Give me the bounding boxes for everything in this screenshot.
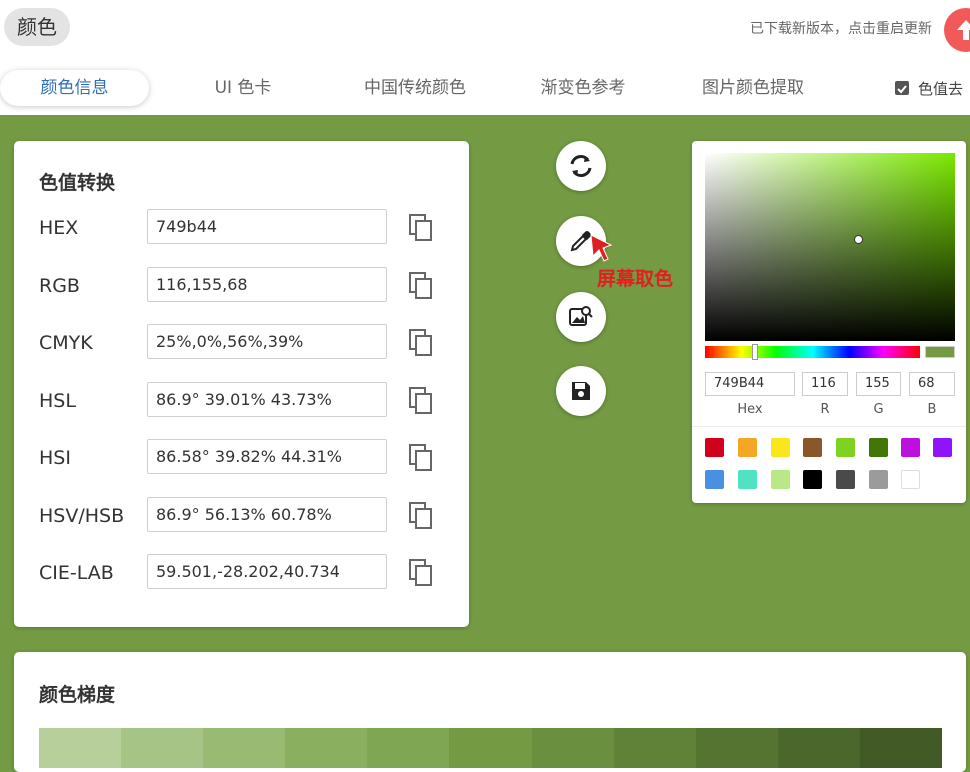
refresh-button[interactable]	[556, 141, 606, 191]
preset-swatch-yellow[interactable]	[771, 438, 790, 457]
gradient-step[interactable]	[695, 728, 778, 768]
tab-image-color-extract[interactable]: 图片颜色提取	[680, 70, 826, 106]
picker-b-label: B	[927, 402, 937, 417]
copy-icon	[409, 329, 432, 356]
hsi-field[interactable]: 86.58° 39.82% 44.31%	[147, 439, 387, 474]
cielab-field[interactable]: 59.501,-28.202,40.734	[147, 554, 387, 589]
update-notice-link[interactable]: 已下载新版本，点击重启更新	[750, 18, 932, 38]
tab-bar: 颜色信息 UI 色卡 中国传统颜色 渐变色参考 图片颜色提取	[0, 70, 970, 110]
top-bar: 颜色 已下载新版本，点击重启更新 颜色信息 UI 色卡 中国传统颜色 渐变色参考…	[0, 0, 970, 115]
image-color-search-button[interactable]	[556, 292, 606, 342]
color-gradient-card: 颜色梯度	[14, 652, 966, 772]
picker-r-input[interactable]: 116	[802, 372, 848, 396]
color-conversion-card: 色值转换 HEX 749b44 RGB 116,155,68 CMYK 25%,…	[14, 141, 469, 627]
gradient-step[interactable]	[859, 728, 943, 768]
copy-rgb-button[interactable]	[408, 271, 436, 301]
gradient-strip	[39, 728, 943, 768]
copy-icon	[409, 444, 432, 471]
save-icon	[572, 382, 590, 400]
hsi-label: HSI	[39, 447, 71, 469]
copy-hsi-button[interactable]	[408, 443, 436, 473]
update-button[interactable]	[944, 8, 970, 52]
cmyk-field[interactable]: 25%,0%,56%,39%	[147, 324, 387, 359]
preset-swatch-brown[interactable]	[803, 438, 822, 457]
copy-icon	[409, 502, 432, 529]
tab-ui-color-card[interactable]: UI 色卡	[180, 70, 306, 106]
hsv-field[interactable]: 86.9° 56.13% 60.78%	[147, 497, 387, 532]
tab-chinese-traditional-colors[interactable]: 中国传统颜色	[345, 70, 485, 106]
preset-swatch-purple[interactable]	[933, 438, 952, 457]
picker-divider	[692, 426, 966, 427]
cielab-label: CIE-LAB	[39, 562, 114, 584]
copy-cmyk-button[interactable]	[408, 328, 436, 358]
upload-arrow-icon	[957, 20, 970, 40]
gradient-step[interactable]	[777, 728, 860, 768]
preset-swatch-red[interactable]	[705, 438, 724, 457]
image-search-icon	[569, 306, 593, 326]
copy-hex-button[interactable]	[408, 213, 436, 243]
gradient-step[interactable]	[613, 728, 696, 768]
copy-hsv-button[interactable]	[408, 501, 436, 531]
copy-icon	[409, 214, 432, 241]
copy-icon	[409, 387, 432, 414]
preset-swatch-dark-green[interactable]	[869, 438, 888, 457]
preset-swatch-white[interactable]	[901, 470, 920, 489]
saturation-cursor[interactable]	[854, 235, 863, 244]
current-color-swatch	[925, 346, 955, 358]
hsl-field[interactable]: 86.9° 39.01% 43.73%	[147, 382, 387, 417]
hex-field[interactable]: 749b44	[147, 209, 387, 244]
color-option-checkbox[interactable]	[895, 81, 909, 95]
preset-swatch-black[interactable]	[803, 470, 822, 489]
picker-hex-input[interactable]: 749B44	[705, 372, 795, 396]
gradient-step[interactable]	[203, 728, 286, 768]
gradient-step[interactable]	[285, 728, 368, 768]
tab-gradient-reference[interactable]: 渐变色参考	[520, 70, 646, 106]
gradient-title: 颜色梯度	[39, 684, 116, 706]
tab-color-info[interactable]: 颜色信息	[0, 70, 149, 106]
preset-swatch-orange[interactable]	[738, 438, 757, 457]
picker-b-input[interactable]: 68	[909, 372, 955, 396]
preset-swatch-gray[interactable]	[869, 470, 888, 489]
hue-slider[interactable]	[705, 344, 920, 360]
hsl-label: HSL	[39, 390, 76, 412]
checkmark-icon	[897, 85, 907, 94]
screen-pick-tooltip: 屏幕取色	[597, 268, 674, 290]
picker-g-input[interactable]: 155	[856, 372, 901, 396]
picker-r-label: R	[820, 402, 830, 417]
preset-swatch-magenta[interactable]	[901, 438, 920, 457]
gradient-step[interactable]	[367, 728, 450, 768]
picker-hex-label: Hex	[737, 402, 763, 417]
copy-icon	[409, 272, 432, 299]
conversion-title: 色值转换	[39, 172, 116, 194]
preset-swatch-dark-gray[interactable]	[836, 470, 855, 489]
hsv-label: HSV/HSB	[39, 505, 125, 527]
gradient-step[interactable]	[449, 728, 532, 768]
saturation-panel[interactable]	[705, 153, 955, 341]
hex-label: HEX	[39, 217, 79, 239]
preset-swatch-light-green[interactable]	[771, 470, 790, 489]
gradient-step[interactable]	[531, 728, 614, 768]
rgb-field[interactable]: 116,155,68	[147, 267, 387, 302]
hue-slider-handle[interactable]	[752, 344, 758, 360]
picker-g-label: G	[873, 402, 884, 417]
rgb-label: RGB	[39, 275, 80, 297]
preset-swatch-blue[interactable]	[705, 470, 724, 489]
refresh-icon	[570, 155, 592, 177]
copy-hsl-button[interactable]	[408, 386, 436, 416]
app-title: 颜色	[4, 8, 70, 46]
preset-swatch-teal[interactable]	[738, 470, 757, 489]
pointer-arrow-icon	[590, 234, 613, 262]
copy-icon	[409, 559, 432, 586]
cmyk-label: CMYK	[39, 332, 93, 354]
copy-cielab-button[interactable]	[408, 558, 436, 588]
color-picker-panel: 749B44 116 155 68 Hex R G B	[692, 141, 966, 503]
color-option-label: 色值去	[918, 80, 964, 98]
preset-swatch-lime[interactable]	[836, 438, 855, 457]
gradient-step[interactable]	[121, 728, 204, 768]
save-button[interactable]	[556, 366, 606, 416]
gradient-step[interactable]	[39, 728, 122, 768]
